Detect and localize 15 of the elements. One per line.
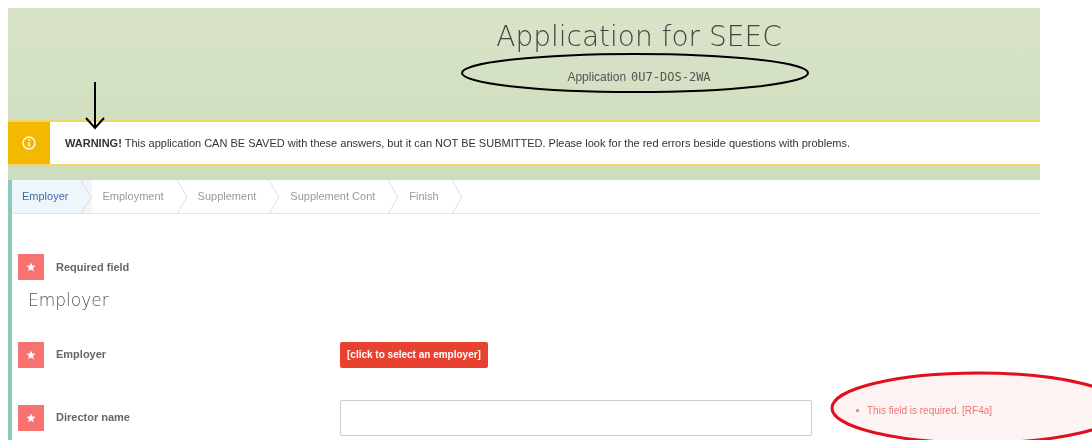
section-heading: Employer bbox=[28, 289, 110, 312]
application-id: 0U7-DOS-2WA bbox=[631, 69, 711, 86]
error-message: This field is required. [RF4a] bbox=[867, 404, 993, 418]
annotation-arrow bbox=[84, 82, 106, 130]
page-title: Application for SEEC bbox=[496, 19, 782, 55]
field-label: Employer bbox=[56, 347, 108, 363]
select-employer-button[interactable]: [click to select an employer] bbox=[340, 341, 488, 368]
field-label: Director name bbox=[56, 410, 131, 426]
required-icon bbox=[18, 254, 44, 280]
step-tab[interactable]: Employer bbox=[12, 180, 93, 213]
application-label: Application bbox=[567, 69, 627, 86]
director-name-field[interactable] bbox=[340, 399, 812, 436]
warning-message: WARNING! This application CAN BE SAVED with these answers, but it can NOT BE SUBMITTED. Please look for the red errors beside questions with problems. bbox=[65, 135, 850, 151]
required-legend: Required field bbox=[56, 258, 130, 276]
bullet-icon bbox=[856, 409, 859, 412]
